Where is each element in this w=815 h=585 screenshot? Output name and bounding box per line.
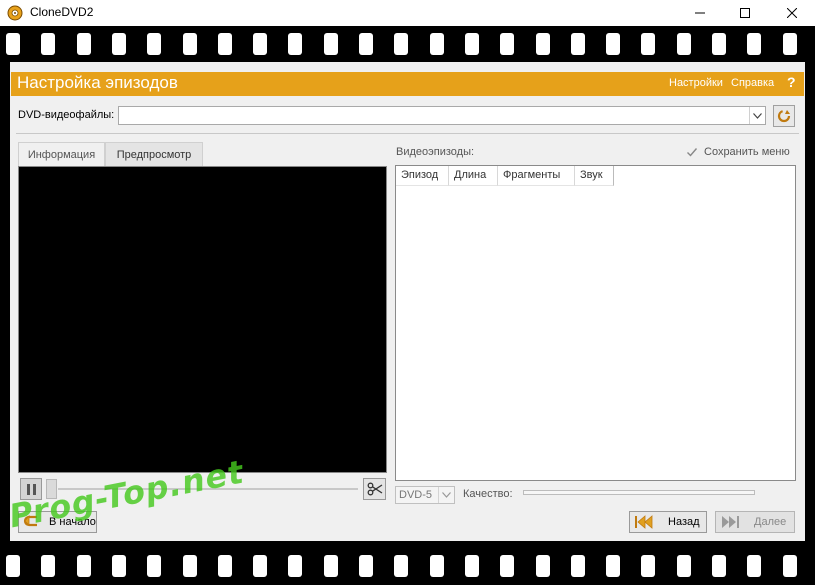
skip-forward-icon <box>722 516 739 528</box>
window-title: CloneDVD2 <box>30 5 94 19</box>
film-perforation <box>288 33 303 55</box>
divider <box>16 133 799 134</box>
help-link[interactable]: Справка <box>731 77 774 89</box>
film-perforation <box>782 555 797 577</box>
episodes-list-body <box>396 186 795 480</box>
maximize-button[interactable] <box>722 0 768 26</box>
video-episodes-label: Видеоэпизоды: <box>396 146 475 158</box>
film-perforation <box>782 33 797 55</box>
title-bar: CloneDVD2 <box>0 0 815 26</box>
disc-type-value: DVD-5 <box>399 489 433 501</box>
episode-settings-panel: Настройка эпизодов Настройки Справка ? D… <box>10 62 805 541</box>
video-preview <box>18 166 387 473</box>
help-icon[interactable]: ? <box>787 74 796 90</box>
film-perforation <box>570 33 585 55</box>
dvd-files-dropdown-button[interactable] <box>749 107 765 124</box>
film-perforation <box>217 33 232 55</box>
film-perforation <box>535 555 550 577</box>
film-perforation <box>500 33 515 55</box>
page-title: Настройка эпизодов <box>17 73 178 92</box>
save-menu-checkbox[interactable]: Сохранить меню <box>686 146 790 158</box>
film-perforation <box>641 33 656 55</box>
next-button-label: Далее <box>754 516 787 528</box>
panel-header: Настройка эпизодов Настройки Справка ? <box>11 72 804 96</box>
film-perforation <box>641 555 656 577</box>
episodes-list[interactable]: Эпизод Длина Фрагменты Звук <box>395 165 796 481</box>
film-perforation <box>464 555 479 577</box>
dvd-files-combobox[interactable] <box>118 106 766 125</box>
film-perforation <box>606 33 621 55</box>
tab-preview[interactable]: Предпросмотр <box>105 142 203 166</box>
film-perforation <box>747 33 762 55</box>
quality-label: Качество: <box>463 488 513 500</box>
cut-button[interactable] <box>363 478 386 500</box>
back-button-label: Назад <box>668 516 700 528</box>
scissors-icon <box>367 482 382 496</box>
film-perforation <box>464 33 479 55</box>
back-button[interactable]: Назад <box>629 511 707 533</box>
column-audio[interactable]: Звук <box>575 166 614 186</box>
save-menu-label: Сохранить меню <box>704 146 790 158</box>
column-fragments[interactable]: Фрагменты <box>498 166 575 186</box>
film-perforation <box>41 33 56 55</box>
rewind-icon <box>635 515 653 529</box>
settings-link[interactable]: Настройки <box>669 77 723 89</box>
watermark: Prog-Top.net <box>0 453 300 562</box>
close-button[interactable] <box>769 0 815 26</box>
minimize-button[interactable] <box>677 0 723 26</box>
maximize-icon <box>740 8 750 18</box>
film-perforation <box>253 33 268 55</box>
film-perforation <box>182 33 197 55</box>
dvd-files-label: DVD-видеофайлы: <box>18 109 115 121</box>
film-perforation <box>676 555 691 577</box>
film-perforation <box>394 555 409 577</box>
film-perforation <box>323 555 338 577</box>
film-perforation <box>359 33 373 55</box>
film-perforation <box>500 555 515 577</box>
episodes-list-header: Эпизод Длина Фрагменты Звук <box>396 166 614 186</box>
minimize-icon <box>695 12 705 14</box>
chevron-down-icon <box>438 487 454 503</box>
column-episode[interactable]: Эпизод <box>396 166 449 186</box>
close-icon <box>787 8 797 18</box>
film-perforation <box>147 33 162 55</box>
check-icon <box>686 146 698 158</box>
film-perforation <box>570 555 585 577</box>
film-perforation <box>676 33 691 55</box>
next-button[interactable]: Далее <box>715 511 795 533</box>
quality-bar <box>523 490 755 495</box>
film-perforation <box>6 33 20 55</box>
tab-information[interactable]: Информация <box>18 142 105 166</box>
film-perforation <box>394 33 409 55</box>
refresh-button[interactable] <box>773 105 795 127</box>
refresh-icon <box>777 109 791 123</box>
column-length[interactable]: Длина <box>449 166 498 186</box>
film-perforation <box>747 555 762 577</box>
film-perforation <box>535 33 550 55</box>
film-perforation <box>712 555 726 577</box>
film-perforation <box>111 33 126 55</box>
disc-type-select[interactable]: DVD-5 <box>395 486 455 504</box>
film-perforation <box>323 33 338 55</box>
film-perforation <box>429 555 444 577</box>
film-perforation <box>606 555 621 577</box>
film-perforation <box>712 33 726 55</box>
film-perforation <box>359 555 373 577</box>
film-perforation <box>429 33 444 55</box>
film-strip-top <box>0 26 815 62</box>
chevron-down-icon <box>753 112 762 119</box>
film-perforation <box>76 33 91 55</box>
dvd-icon <box>7 5 23 21</box>
